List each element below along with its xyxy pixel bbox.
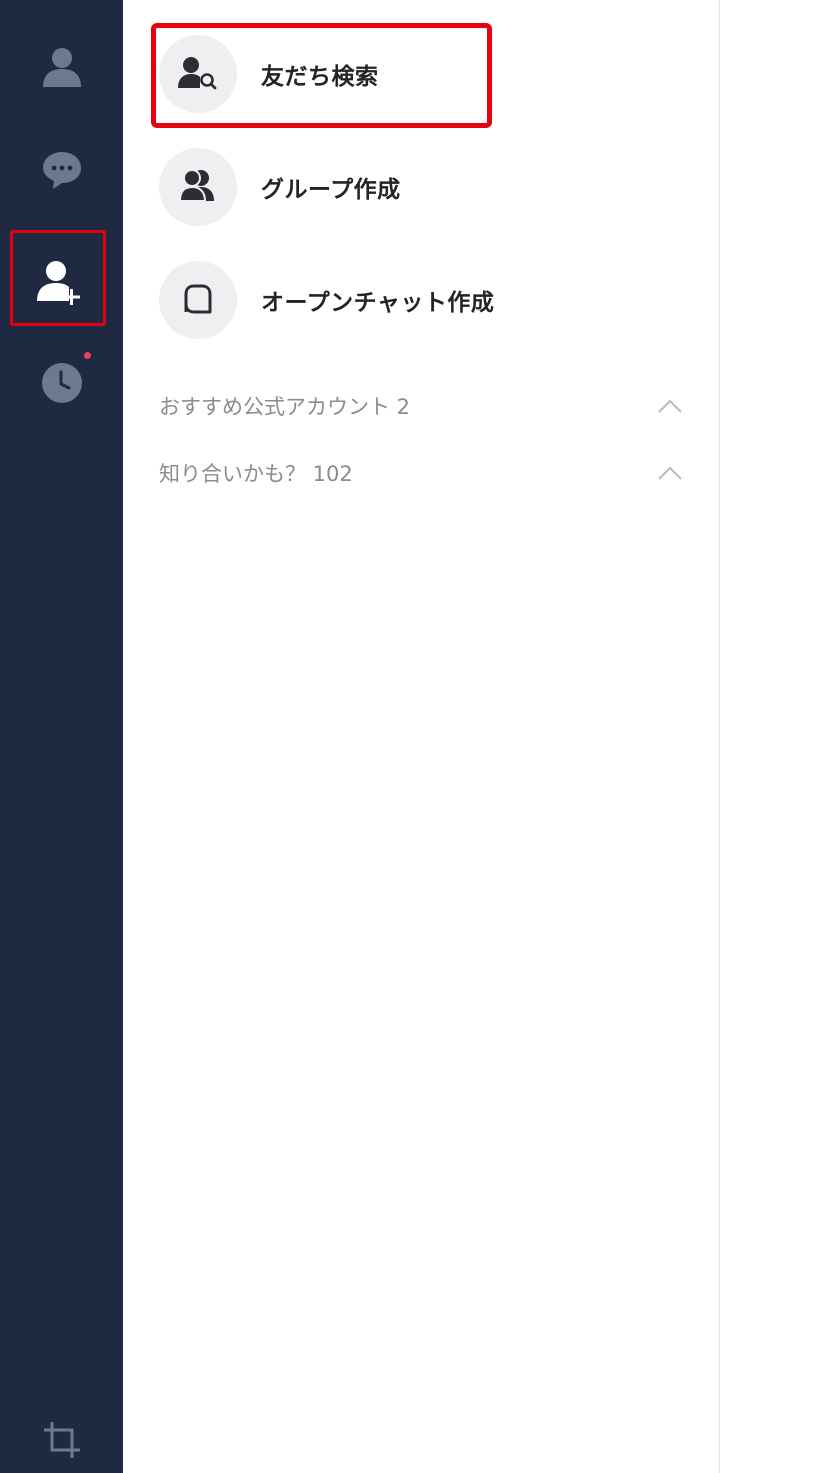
rail-timeline-button[interactable] [0,343,123,423]
create-group-item[interactable]: グループ作成 [159,147,401,227]
friend-search-label: 友だち検索 [261,64,379,90]
open-chat-icon-circle [159,261,237,339]
people-you-may-know-label: 知り合いかも？ 102 [159,462,353,486]
chat-bubble-icon [42,152,81,189]
create-open-chat-item[interactable]: オープンチャット作成 [159,260,494,340]
add-friends-panel: 友だち検索 グループ作成 オープンチャット作成 おすすめ公式アカウント 2 知り… [123,0,720,1473]
group-icon-circle [159,148,237,226]
group-icon [178,169,214,202]
person-icon [42,48,81,87]
create-open-chat-label: オープンチャット作成 [261,290,495,316]
friend-search-icon [178,57,217,90]
nav-rail [0,0,123,1473]
rail-add-friend-button[interactable] [0,243,123,323]
recommended-official-accounts-section[interactable]: おすすめ公式アカウント 2 [159,386,683,426]
crop-icon [43,1422,80,1458]
open-chat-icon [184,284,212,314]
clock-icon [41,363,82,403]
rail-crop-button[interactable] [0,1400,123,1473]
create-group-label: グループ作成 [261,177,401,203]
chevron-up-icon [658,466,682,480]
line-app: 友だち検索 グループ作成 オープンチャット作成 おすすめ公式アカウント 2 知り… [0,0,828,1473]
content-area [720,0,828,1473]
add-friend-icon [36,261,80,305]
friend-search-item[interactable]: 友だち検索 [159,34,379,114]
friend-search-icon-circle [159,35,237,113]
rail-friends-button[interactable] [0,27,123,107]
chevron-up-icon [658,399,682,413]
rail-chats-button[interactable] [0,130,123,210]
people-you-may-know-section[interactable]: 知り合いかも？ 102 [159,453,683,493]
notification-dot [84,352,91,359]
recommended-official-accounts-label: おすすめ公式アカウント 2 [159,395,411,419]
